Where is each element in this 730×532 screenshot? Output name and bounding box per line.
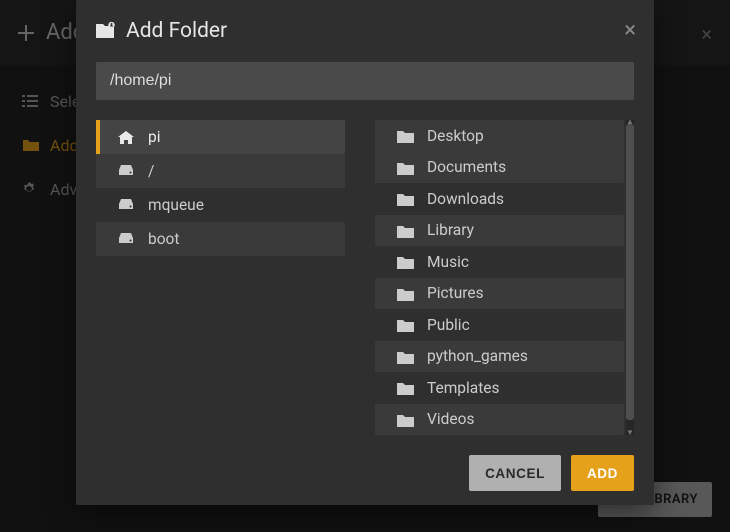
close-icon[interactable]: × [624, 20, 636, 42]
scroll-down-icon[interactable]: ▼ [626, 429, 634, 435]
folder-label: Videos [427, 410, 474, 428]
scrollbar[interactable]: ▲ ▼ [626, 120, 634, 435]
location-item-pi[interactable]: pi [96, 120, 345, 154]
modal-footer: CANCEL ADD [76, 441, 654, 505]
location-label: / [148, 162, 154, 180]
location-label: boot [148, 230, 179, 248]
folder-label: Music [427, 253, 469, 271]
modal-header: Add Folder × [76, 0, 654, 62]
path-input[interactable] [96, 62, 634, 100]
folder-item-documents[interactable]: Documents [375, 152, 624, 184]
folder-item-templates[interactable]: Templates [375, 372, 624, 404]
drive-icon [118, 198, 136, 212]
folder-label: Public [427, 316, 470, 334]
folder-icon [397, 286, 415, 301]
folder-item-pictures[interactable]: Pictures [375, 278, 624, 310]
drive-icon [118, 164, 136, 178]
folder-label: python_games [427, 347, 528, 365]
folder-item-pythongames[interactable]: python_games [375, 341, 624, 373]
folder-list: Desktop Documents Downloads Library Music Pic… [375, 120, 634, 435]
location-label: mqueue [148, 196, 204, 214]
folder-icon [397, 223, 415, 238]
folder-item-desktop[interactable]: Desktop [375, 120, 624, 152]
folder-icon [397, 317, 415, 332]
folder-label: Documents [427, 158, 506, 176]
folder-browser: pi / mqueue boot Desktop Documents Downloads L… [96, 120, 634, 435]
modal-title: Add Folder [126, 19, 227, 43]
folder-item-library[interactable]: Library [375, 215, 624, 247]
location-item-mqueue[interactable]: mqueue [96, 188, 345, 222]
folder-item-music[interactable]: Music [375, 246, 624, 278]
folder-item-videos[interactable]: Videos [375, 404, 624, 436]
folder-icon [397, 128, 415, 143]
folder-icon [397, 412, 415, 427]
folder-label: Downloads [427, 190, 504, 208]
location-item-boot[interactable]: boot [96, 222, 345, 256]
home-icon [118, 130, 136, 144]
folder-item-downloads[interactable]: Downloads [375, 183, 624, 215]
drive-icon [118, 232, 136, 246]
location-item-root[interactable]: / [96, 154, 345, 188]
folder-icon [397, 254, 415, 269]
folder-icon [397, 160, 415, 175]
folder-icon [397, 191, 415, 206]
cancel-button[interactable]: CANCEL [469, 455, 561, 491]
folder-label: Pictures [427, 284, 484, 302]
add-button[interactable]: ADD [571, 455, 634, 491]
folder-label: Desktop [427, 127, 484, 145]
folder-badge-icon [96, 22, 116, 40]
folder-label: Library [427, 221, 474, 239]
modal-body: pi / mqueue boot Desktop Documents Downloads L… [76, 62, 654, 441]
location-list: pi / mqueue boot [96, 120, 345, 435]
folder-icon [397, 380, 415, 395]
folder-icon [397, 349, 415, 364]
scroll-thumb[interactable] [626, 124, 634, 420]
folder-label: Templates [427, 379, 500, 397]
add-folder-modal: Add Folder × pi / mqueue boot Desktop Docume… [76, 0, 654, 505]
location-label: pi [148, 128, 160, 146]
folder-item-public[interactable]: Public [375, 309, 624, 341]
